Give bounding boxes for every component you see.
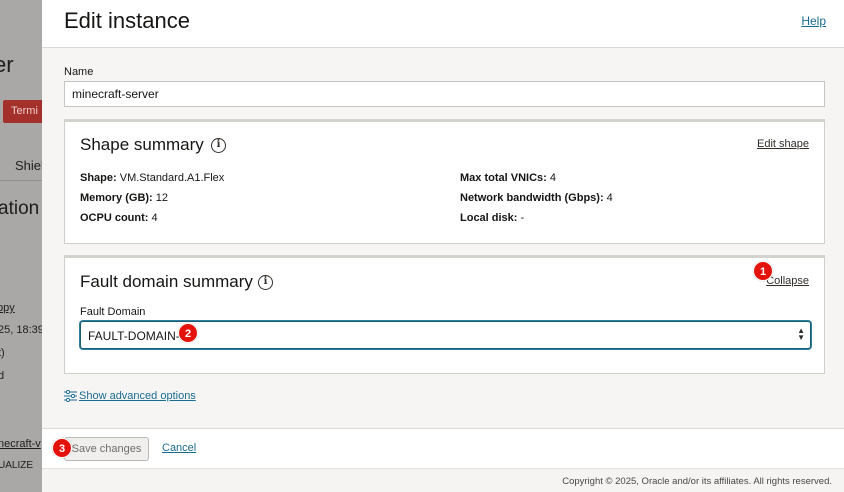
shape-row: Shape: VM.Standard.A1.Flex xyxy=(80,172,224,184)
bg-text: . xyxy=(0,398,1,410)
kv-key: Max total VNICs: xyxy=(460,172,547,184)
bg-text: t) xyxy=(0,347,5,359)
vnics-row: Max total VNICs: 4 xyxy=(460,172,556,184)
panel-header: Edit instance Help xyxy=(42,0,844,48)
bg-text: UALIZE xyxy=(0,460,34,471)
name-label: Name xyxy=(64,66,94,78)
name-input[interactable] xyxy=(64,81,825,107)
kv-value: - xyxy=(520,212,525,224)
background-page: er Termi Shiel ation . ppy 25, 18:39 t) … xyxy=(0,0,42,492)
bg-terminate-button: Termi xyxy=(3,100,42,123)
shape-summary-card: Shape summary i Edit shape Shape: VM.Sta… xyxy=(64,119,825,244)
bg-section-title: ation xyxy=(0,198,40,219)
panel-title: Edit instance xyxy=(64,8,190,33)
bg-page-title: er xyxy=(0,52,14,77)
bg-text: . xyxy=(0,234,1,246)
ocpu-row: OCPU count: 4 xyxy=(80,212,158,224)
kv-key: Shape: xyxy=(80,172,117,184)
kv-value: VM.Standard.A1.Flex xyxy=(119,172,225,184)
show-advanced-options-label: Show advanced options xyxy=(79,390,196,403)
edit-shape-link[interactable]: Edit shape xyxy=(757,138,809,150)
annotation-badge-3: 3 xyxy=(52,438,72,458)
fault-domain-title: Fault domain summary xyxy=(80,272,253,291)
edit-instance-panel: Edit instance Help Name Shape summary i … xyxy=(42,0,844,492)
chevron-updown-icon: ▲ ▼ xyxy=(797,326,805,342)
save-changes-button[interactable]: Save changes xyxy=(64,437,149,461)
page-footer: Copyright © 2025, Oracle and/or its affi… xyxy=(42,468,844,492)
shape-summary-title: Shape summary xyxy=(80,135,204,154)
collapse-link[interactable]: Collapse xyxy=(766,275,809,287)
fault-domain-card: Fault domain summary i Collapse 1 Fault … xyxy=(64,255,825,374)
kv-key: OCPU count: xyxy=(80,212,149,224)
annotation-badge-2: 2 xyxy=(178,323,198,343)
bg-tab-divider xyxy=(0,180,42,181)
kv-value: 4 xyxy=(549,172,556,184)
bg-text: d xyxy=(0,370,5,382)
bg-date: 25, 18:39 xyxy=(0,324,42,336)
info-icon[interactable]: i xyxy=(211,138,226,153)
kv-value: 4 xyxy=(151,212,158,224)
bg-tab-shielded: Shiel xyxy=(15,158,42,173)
help-link[interactable]: Help xyxy=(801,14,826,28)
fault-domain-label: Fault Domain xyxy=(80,306,146,318)
memory-row: Memory (GB): 12 xyxy=(80,192,168,204)
copyright-text: Copyright © 2025, Oracle and/or its affi… xyxy=(562,476,832,487)
bandwidth-row: Network bandwidth (Gbps): 4 xyxy=(460,192,613,204)
kv-value: 12 xyxy=(155,192,169,204)
kv-key: Memory (GB): xyxy=(80,192,153,204)
show-advanced-options-link[interactable]: Show advanced options xyxy=(64,390,196,403)
fault-domain-value: FAULT-DOMAIN-1 xyxy=(88,329,187,343)
panel-body: Name Shape summary i Edit shape Shape: V… xyxy=(42,48,844,428)
bg-link: ppy xyxy=(0,302,15,314)
cancel-link[interactable]: Cancel xyxy=(162,442,196,454)
local-disk-row: Local disk: - xyxy=(460,212,524,224)
kv-key: Local disk: xyxy=(460,212,518,224)
bg-instance-link: necraft-v xyxy=(0,438,41,450)
sliders-icon xyxy=(64,390,77,403)
annotation-badge-1: 1 xyxy=(753,261,773,281)
kv-value: 4 xyxy=(606,192,613,204)
panel-footer: Save changes Cancel 3 xyxy=(42,428,844,468)
kv-key: Network bandwidth (Gbps): xyxy=(460,192,604,204)
info-icon[interactable]: i xyxy=(258,275,273,290)
